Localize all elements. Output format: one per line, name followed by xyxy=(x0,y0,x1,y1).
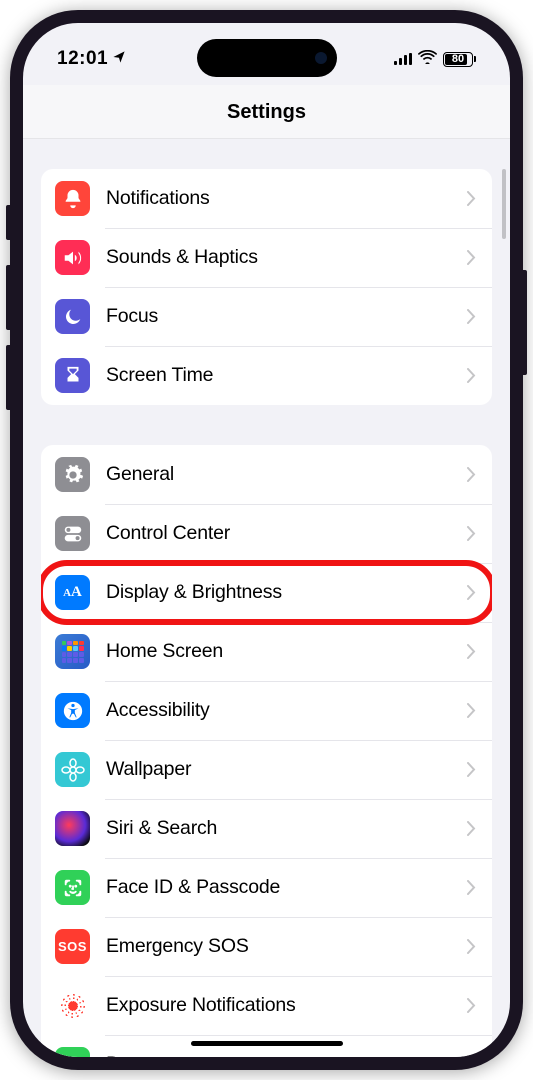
cellular-icon xyxy=(394,53,413,65)
sos-icon: SOS xyxy=(55,929,90,964)
text-size-icon: AA xyxy=(55,575,90,610)
row-label: Home Screen xyxy=(106,640,467,663)
row-label: Sounds & Haptics xyxy=(106,246,467,269)
exposure-icon xyxy=(55,988,90,1023)
row-homescreen[interactable]: Home Screen xyxy=(41,622,492,681)
settings-list[interactable]: Notifications Sounds & Haptics Focus xyxy=(23,139,510,1057)
gear-icon xyxy=(55,457,90,492)
home-indicator[interactable] xyxy=(191,1041,343,1046)
row-wallpaper[interactable]: Wallpaper xyxy=(41,740,492,799)
chevron-right-icon xyxy=(467,191,476,206)
chevron-right-icon xyxy=(467,250,476,265)
status-time: 12:01 xyxy=(57,48,108,70)
speaker-icon xyxy=(55,240,90,275)
toggles-icon xyxy=(55,516,90,551)
row-faceid[interactable]: Face ID & Passcode xyxy=(41,858,492,917)
row-label: Emergency SOS xyxy=(106,935,467,958)
row-notifications[interactable]: Notifications xyxy=(41,169,492,228)
row-label: Wallpaper xyxy=(106,758,467,781)
row-exposure[interactable]: Exposure Notifications xyxy=(41,976,492,1035)
row-accessibility[interactable]: Accessibility xyxy=(41,681,492,740)
siri-icon xyxy=(55,811,90,846)
battery-icon: 80 xyxy=(443,52,476,67)
dynamic-island xyxy=(197,39,337,77)
faceid-icon xyxy=(55,870,90,905)
row-sos[interactable]: SOS Emergency SOS xyxy=(41,917,492,976)
chevron-right-icon xyxy=(467,585,476,600)
bell-icon xyxy=(55,181,90,216)
row-battery[interactable]: Battery xyxy=(41,1035,492,1057)
row-label: Screen Time xyxy=(106,364,467,387)
row-siri[interactable]: Siri & Search xyxy=(41,799,492,858)
row-screentime[interactable]: Screen Time xyxy=(41,346,492,405)
row-controlcenter[interactable]: Control Center xyxy=(41,504,492,563)
chevron-right-icon xyxy=(467,821,476,836)
row-label: Display & Brightness xyxy=(106,581,467,604)
row-label: Exposure Notifications xyxy=(106,994,467,1017)
wifi-icon xyxy=(418,50,437,69)
chevron-right-icon xyxy=(467,998,476,1013)
chevron-right-icon xyxy=(467,880,476,895)
phone-frame: 12:01 80 Settings xyxy=(10,10,523,1070)
screen: 12:01 80 Settings xyxy=(23,23,510,1057)
row-sounds[interactable]: Sounds & Haptics xyxy=(41,228,492,287)
accessibility-icon xyxy=(55,693,90,728)
hourglass-icon xyxy=(55,358,90,393)
row-label: General xyxy=(106,463,467,486)
chevron-right-icon xyxy=(467,309,476,324)
row-label: Focus xyxy=(106,305,467,328)
scrollbar[interactable] xyxy=(502,169,506,239)
row-general[interactable]: General xyxy=(41,445,492,504)
battery-row-icon xyxy=(55,1047,90,1057)
chevron-right-icon xyxy=(467,644,476,659)
settings-group: Notifications Sounds & Haptics Focus xyxy=(41,169,492,405)
chevron-right-icon xyxy=(467,467,476,482)
row-label: Face ID & Passcode xyxy=(106,876,467,899)
row-label: Accessibility xyxy=(106,699,467,722)
row-label: Notifications xyxy=(106,187,467,210)
row-display[interactable]: AA Display & Brightness xyxy=(41,563,492,622)
location-icon xyxy=(112,48,126,70)
moon-icon xyxy=(55,299,90,334)
app-grid-icon xyxy=(55,634,90,669)
settings-group: General Control Center AA Display & Brig… xyxy=(41,445,492,1057)
row-label: Battery xyxy=(106,1053,467,1057)
chevron-right-icon xyxy=(467,526,476,541)
flower-icon xyxy=(55,752,90,787)
row-focus[interactable]: Focus xyxy=(41,287,492,346)
chevron-right-icon xyxy=(467,939,476,954)
chevron-right-icon xyxy=(467,762,476,777)
row-label: Siri & Search xyxy=(106,817,467,840)
page-title: Settings xyxy=(23,85,510,139)
row-label: Control Center xyxy=(106,522,467,545)
chevron-right-icon xyxy=(467,368,476,383)
chevron-right-icon xyxy=(467,703,476,718)
